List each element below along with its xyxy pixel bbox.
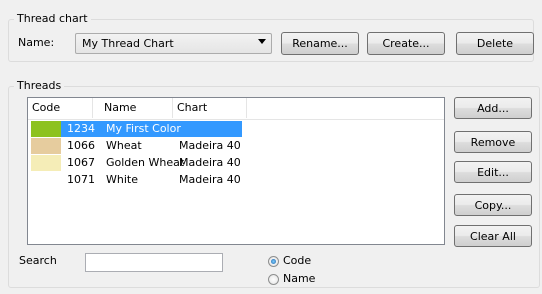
search-by-name-radio[interactable] xyxy=(268,274,279,285)
copy-button[interactable]: Copy... xyxy=(454,194,532,216)
search-label: Search xyxy=(19,254,57,267)
color-swatch xyxy=(31,138,61,154)
search-by-code-radio[interactable] xyxy=(268,256,279,267)
create-button[interactable]: Create... xyxy=(367,32,445,55)
table-row[interactable]: 1234 My First Color xyxy=(28,121,444,137)
thread-chart-group-title: Thread chart xyxy=(14,12,91,25)
color-swatch xyxy=(31,155,61,171)
cell-chart: Madeira 40 xyxy=(179,173,241,186)
cell-name: White xyxy=(106,173,138,186)
cell-code: 1234 xyxy=(67,122,95,135)
rename-button[interactable]: Rename... xyxy=(281,32,359,55)
edit-button[interactable]: Edit... xyxy=(454,161,532,183)
table-row[interactable]: 1067 Golden Wheat Madeira 40 xyxy=(28,155,444,171)
cell-code: 1071 xyxy=(67,173,95,186)
table-row[interactable]: 1066 Wheat Madeira 40 xyxy=(28,138,444,154)
search-by-name-label[interactable]: Name xyxy=(283,272,315,286)
threads-group-title: Threads xyxy=(14,79,65,92)
thread-chart-combo-value: My Thread Chart xyxy=(82,37,174,50)
cell-code: 1067 xyxy=(67,156,95,169)
threads-list-header: Code Name Chart xyxy=(28,98,444,120)
cell-chart: Madeira 40 xyxy=(179,156,241,169)
search-by-code-label[interactable]: Code xyxy=(283,254,311,268)
threads-list[interactable]: Code Name Chart 1234 My First Color 1066… xyxy=(27,97,445,245)
search-input[interactable] xyxy=(85,253,223,272)
column-header-name[interactable]: Name xyxy=(100,98,173,118)
cell-chart: Madeira 40 xyxy=(179,139,241,152)
table-row[interactable]: 1071 White Madeira 40 xyxy=(28,172,444,188)
chevron-down-icon xyxy=(258,39,266,44)
clear-all-button[interactable]: Clear All xyxy=(454,225,532,247)
name-label: Name: xyxy=(18,36,55,49)
remove-button[interactable]: Remove xyxy=(454,131,532,153)
add-button[interactable]: Add... xyxy=(454,97,532,119)
column-header-chart[interactable]: Chart xyxy=(173,98,247,118)
color-swatch xyxy=(31,172,61,188)
column-header-code[interactable]: Code xyxy=(28,98,93,118)
cell-code: 1066 xyxy=(67,139,95,152)
thread-chart-combo[interactable]: My Thread Chart xyxy=(75,33,272,54)
cell-name: My First Color xyxy=(106,122,181,135)
delete-button[interactable]: Delete xyxy=(456,32,534,55)
cell-name: Wheat xyxy=(106,139,142,152)
cell-name: Golden Wheat xyxy=(106,156,185,169)
color-swatch xyxy=(31,121,61,137)
